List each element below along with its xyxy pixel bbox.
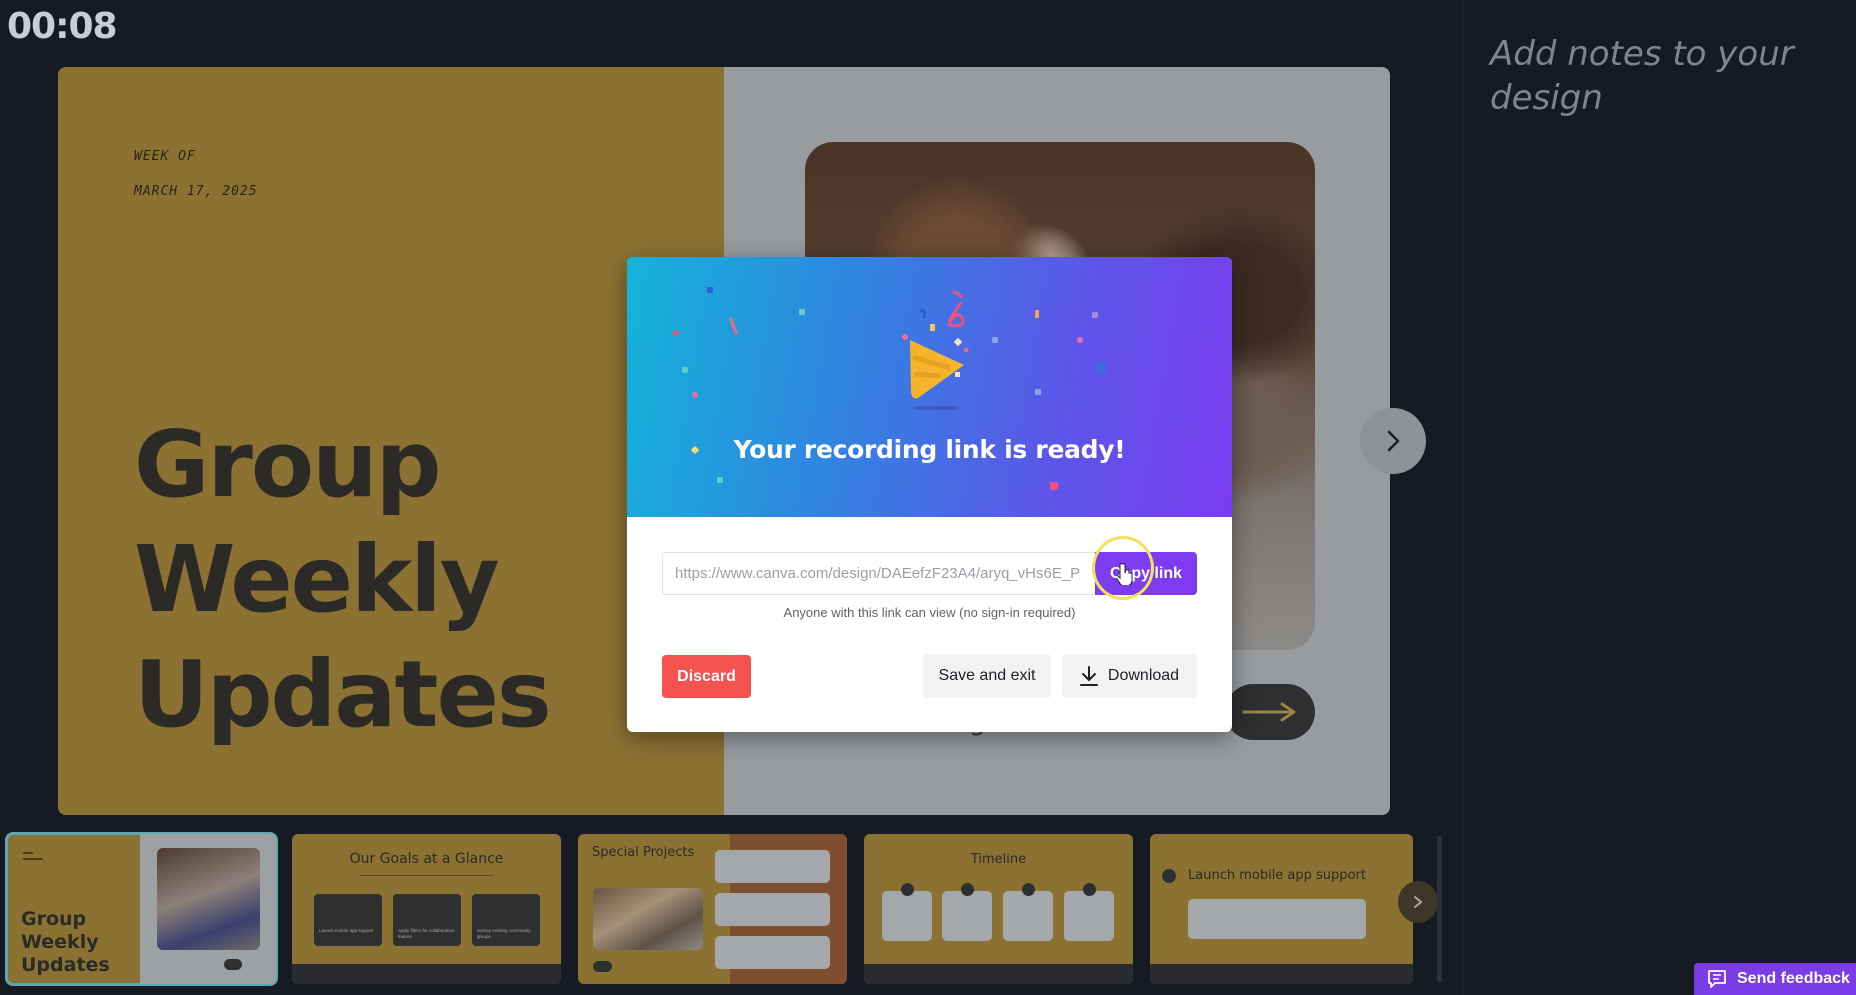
thumbnail-bullet [1162,869,1176,883]
project-box [715,893,830,926]
confetti-icon [707,287,713,293]
slide-title-line: Updates [134,641,552,748]
confetti-icon [799,309,805,315]
share-link-input[interactable] [662,552,1095,595]
thumbnail-title-line: Updates [21,954,110,976]
timeline-step-number [961,883,974,896]
thumbnail-divider [360,875,493,876]
slide-thumbnail[interactable]: Our Goals at a Glance Launch mobile app … [292,834,561,984]
arrow-right-icon [1242,702,1296,722]
dialog-header: Your recording link is ready! [627,257,1232,517]
slide-title-line: Weekly [134,526,500,633]
next-slide-button[interactable] [1360,408,1426,474]
confetti-icon [992,337,998,343]
timeline-step-number [1083,883,1096,896]
thumbnail-title-line: Group [21,908,87,930]
thumbnail-pill [224,959,242,970]
timeline-step-number [901,883,914,896]
recording-ready-dialog: Your recording link is ready! Copy link … [627,257,1232,732]
thumbnail-photo [593,888,703,950]
slide-arrow-button [1225,684,1315,740]
thumbnail-week-date [23,858,43,860]
confetti-icon [729,317,738,335]
confetti-icon [951,289,965,299]
timeline-step [882,891,932,941]
thumbnail-textbox [1188,899,1366,939]
timeline-step [1003,891,1053,941]
slide-title: Group Weekly Updates [134,407,694,752]
download-button[interactable]: Download [1062,654,1197,698]
confetti-icon [1077,337,1083,343]
slide-thumbnail[interactable]: Special Projects [578,834,847,984]
dialog-title: Your recording link is ready! [733,435,1126,464]
thumbnail-title: Timeline [970,852,1027,867]
confetti-icon [717,477,723,483]
timeline-step [942,891,992,941]
copy-link-button[interactable]: Copy link [1095,552,1197,595]
confetti-icon [682,367,688,373]
recording-editor: 00:08 WEEK OF MARCH 17, 2025 Group Weekl… [0,0,1856,995]
slide-thumbnail[interactable]: Launch mobile app support [1150,834,1413,984]
share-link-row: Copy link [662,552,1197,595]
slide-left-panel: WEEK OF MARCH 17, 2025 Group Weekly Upda… [58,67,724,815]
week-label: WEEK OF [134,149,196,164]
thumbnail-title: Our Goals at a Glance [349,851,504,867]
chevron-right-icon [1387,430,1400,452]
save-and-exit-button[interactable]: Save and exit [923,654,1051,698]
download-icon [1079,666,1098,686]
thumbnail-pill [593,961,612,972]
week-date: MARCH 17, 2025 [134,184,258,199]
link-permission-note: Anyone with this link can view (no sign-… [783,605,1076,620]
thumbnail-title: Group Weekly Updates [21,908,110,977]
thumbnail-footer [1150,964,1413,984]
project-box [715,936,830,969]
confetti-icon [1097,362,1105,374]
download-label: Download [1107,667,1180,684]
send-feedback-button[interactable]: Send feedback [1694,963,1856,995]
timeline-step [1064,891,1114,941]
confetti-icon [1050,482,1058,490]
thumbnail-title: Launch mobile app support [1188,868,1366,883]
confetti-icon [673,330,679,336]
confetti-icon [1035,310,1039,318]
goal-card: Launch mobile app support [314,894,382,946]
goal-card: Apply filters for collaboration feature [393,894,461,946]
thumbnail-week-label [23,852,33,854]
send-feedback-label: Send feedback [1737,970,1850,987]
thumbnail-photo [157,848,260,950]
confetti-icon [692,392,698,398]
recording-timer: 00:08 [7,6,118,47]
thumbnail-title-line: Weekly [21,931,99,953]
thumbnail-title: Special Projects [592,845,695,860]
confetti-icon [1035,389,1041,395]
project-box [715,850,830,883]
panel-divider [1462,0,1464,995]
confetti-icon [1092,312,1098,318]
feedback-icon [1708,970,1726,988]
chevron-right-icon [1414,896,1423,908]
slide-thumbnail[interactable]: Group Weekly Updates [5,832,278,986]
slide-thumbnail[interactable]: Timeline [864,834,1133,984]
thumbnail-footer [292,964,561,984]
party-popper-icon [902,302,969,410]
thumbnails-next-button[interactable] [1398,881,1438,923]
discard-button[interactable]: Discard [662,655,751,698]
thumbnail-footer [864,964,1133,984]
thumbnail-scrollbar[interactable] [1437,836,1442,982]
slide-title-line: Group [134,411,441,518]
goal-card: Survey existing community groups [472,894,540,946]
notes-field[interactable]: Add notes to your design [1490,32,1830,120]
timeline-step-number [1022,883,1035,896]
